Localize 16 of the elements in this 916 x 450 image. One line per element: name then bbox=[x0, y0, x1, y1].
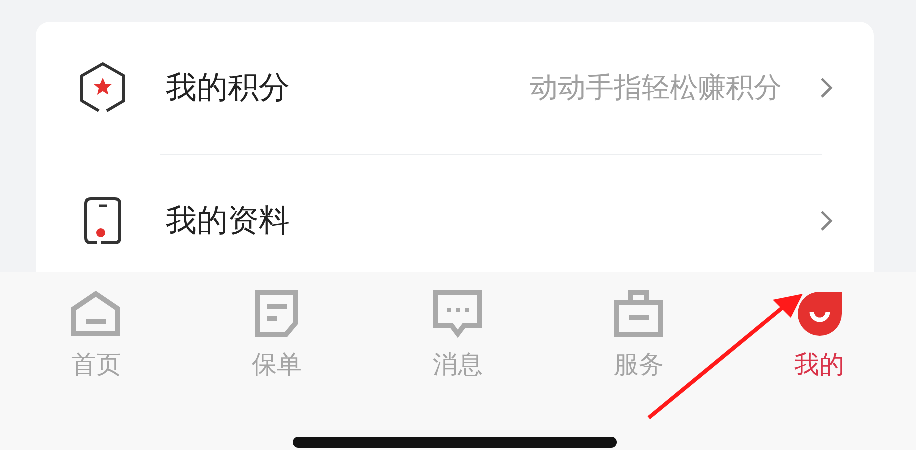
tab[interactable]: 保单 bbox=[186, 272, 368, 450]
chevron-right-icon bbox=[820, 210, 834, 232]
smile-drop-icon bbox=[796, 290, 844, 338]
menu-label[interactable]: 我的积分 bbox=[166, 67, 492, 109]
chevron-right-icon bbox=[820, 77, 834, 99]
briefcase-icon bbox=[614, 290, 664, 338]
home-icon bbox=[71, 290, 122, 338]
tab[interactable]: 服务 bbox=[548, 272, 730, 450]
document-icon bbox=[255, 290, 300, 338]
menu-label[interactable]: 我的资料 bbox=[166, 200, 782, 242]
hexagon-star-icon bbox=[78, 62, 128, 114]
menu-hint: 动动手指轻松赚积分 bbox=[530, 70, 782, 106]
tab[interactable]: 消息 bbox=[368, 272, 548, 450]
chat-bubble-icon bbox=[432, 290, 483, 338]
tab[interactable]: 我的 bbox=[729, 272, 910, 450]
tab[interactable]: 首页 bbox=[6, 272, 187, 450]
